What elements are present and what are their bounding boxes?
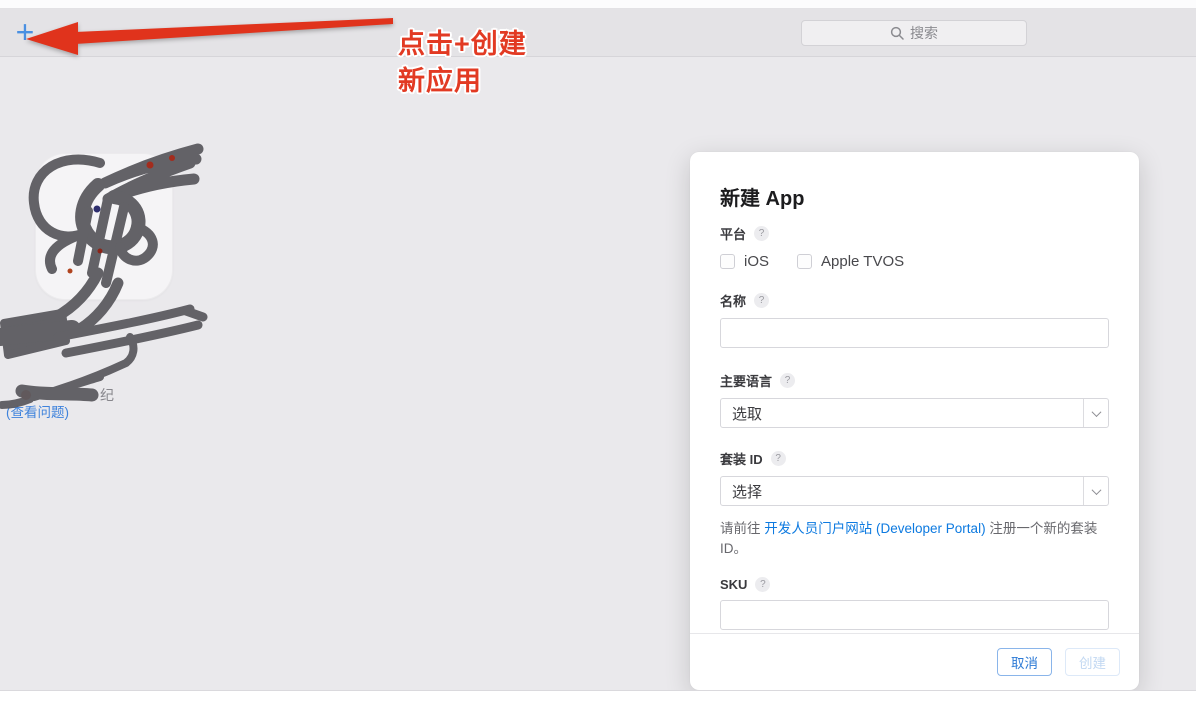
sku-input[interactable] bbox=[720, 600, 1109, 630]
dialog-footer: 取消 创建 bbox=[690, 633, 1139, 690]
content-area: 纪 (查看问题) bbox=[0, 57, 1196, 690]
bundle-id-select[interactable]: 选择 bbox=[720, 476, 1109, 506]
help-icon[interactable]: ? bbox=[754, 293, 769, 308]
chevron-down-icon bbox=[1091, 407, 1101, 417]
annotation-line-2: 新应用 bbox=[398, 63, 527, 100]
sku-label: SKU bbox=[720, 577, 747, 592]
bundle-id-label: 套装 ID bbox=[720, 449, 763, 468]
help-icon[interactable]: ? bbox=[755, 577, 770, 592]
field-name: 名称 ? bbox=[720, 291, 1109, 348]
helper-prefix: 请前往 bbox=[720, 521, 764, 536]
annotation-line-1: 点击+创建 bbox=[398, 26, 527, 63]
help-icon[interactable]: ? bbox=[771, 451, 786, 466]
bundle-id-value: 选择 bbox=[721, 481, 762, 502]
bundle-id-helper: 请前往 开发人员门户网站 (Developer Portal) 注册一个新的套装… bbox=[720, 517, 1109, 557]
top-strip bbox=[0, 0, 1196, 9]
help-icon[interactable]: ? bbox=[754, 226, 769, 241]
field-platform: 平台 ? iOS Apple TVOS bbox=[720, 224, 1109, 270]
search-input[interactable]: 搜索 bbox=[801, 20, 1027, 46]
new-app-dialog: 新建 App 平台 ? iOS Apple TVOS bbox=[690, 152, 1139, 690]
platform-label: 平台 bbox=[720, 224, 746, 243]
dialog-title: 新建 App bbox=[720, 152, 1109, 211]
developer-portal-link[interactable]: 开发人员门户网站 (Developer Portal) bbox=[764, 521, 985, 536]
ios-label: iOS bbox=[744, 253, 769, 270]
tvos-label: Apple TVOS bbox=[821, 253, 904, 270]
tvos-checkbox-option[interactable]: Apple TVOS bbox=[797, 253, 904, 270]
field-sku: SKU ? bbox=[720, 577, 1109, 630]
cancel-button[interactable]: 取消 bbox=[997, 648, 1052, 676]
create-button[interactable]: 创建 bbox=[1065, 648, 1120, 676]
name-label: 名称 bbox=[720, 291, 746, 310]
ios-checkbox-option[interactable]: iOS bbox=[720, 253, 769, 270]
name-input[interactable] bbox=[720, 318, 1109, 348]
field-bundle-id: 套装 ID ? 选择 请前往 开发人员门户网站 (Developer Porta… bbox=[720, 449, 1109, 557]
help-icon[interactable]: ? bbox=[780, 373, 795, 388]
chevron-down-icon bbox=[1091, 485, 1101, 495]
annotation-arrow bbox=[20, 14, 395, 58]
scribble-redaction bbox=[0, 141, 215, 411]
tvos-checkbox[interactable] bbox=[797, 254, 812, 269]
primary-language-label: 主要语言 bbox=[720, 371, 772, 390]
primary-language-select[interactable]: 选取 bbox=[720, 398, 1109, 428]
bottom-strip bbox=[0, 690, 1196, 704]
app-store-connect-screen: + 搜索 纪 (查看问题) bbox=[0, 0, 1196, 704]
ios-checkbox[interactable] bbox=[720, 254, 735, 269]
search-placeholder: 搜索 bbox=[910, 23, 938, 43]
field-primary-language: 主要语言 ? 选取 bbox=[720, 371, 1109, 428]
annotation-text: 点击+创建 新应用 bbox=[398, 26, 527, 100]
search-icon bbox=[890, 26, 904, 40]
primary-language-value: 选取 bbox=[721, 403, 762, 424]
